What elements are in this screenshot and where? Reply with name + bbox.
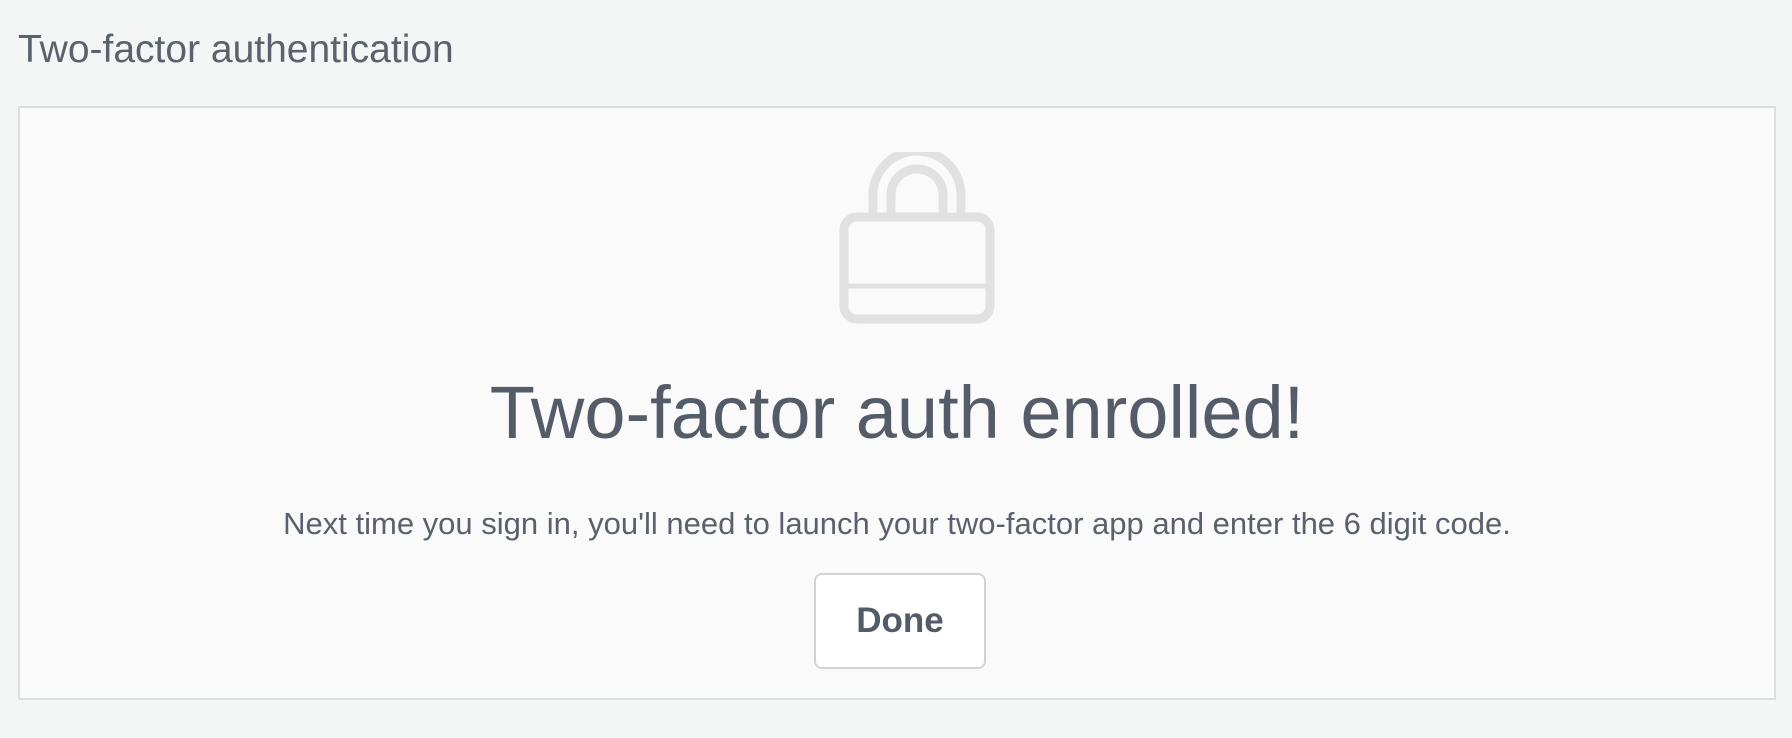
success-description: Next time you sign in, you'll need to la… [283, 506, 1511, 541]
success-headline: Two-factor auth enrolled! [489, 371, 1305, 454]
done-button[interactable]: Done [814, 573, 986, 669]
enrollment-success-panel: Two-factor auth enrolled! Next time you … [18, 106, 1776, 700]
lock-icon [839, 152, 995, 324]
section-title: Two-factor authentication [18, 28, 454, 71]
